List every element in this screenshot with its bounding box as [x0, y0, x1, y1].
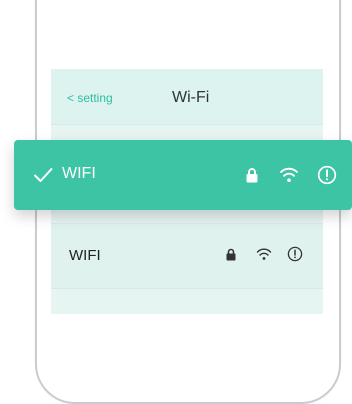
info-icon[interactable] [287, 246, 303, 267]
info-icon[interactable] [317, 165, 337, 190]
lock-icon [226, 248, 236, 266]
navigation-bar: < setting Wi-Fi [51, 69, 323, 125]
page-title: Wi-Fi [172, 89, 210, 106]
network-name: WIFI [62, 165, 96, 182]
selected-network-row[interactable]: WIFI [14, 140, 352, 210]
lock-icon [246, 167, 258, 188]
network-row[interactable]: WIFI [51, 223, 323, 289]
network-name: WIFI [69, 247, 101, 264]
wifi-icon [256, 247, 272, 266]
back-to-setting-link[interactable]: < setting [67, 91, 113, 105]
check-icon [33, 167, 53, 188]
wifi-icon [279, 166, 299, 188]
